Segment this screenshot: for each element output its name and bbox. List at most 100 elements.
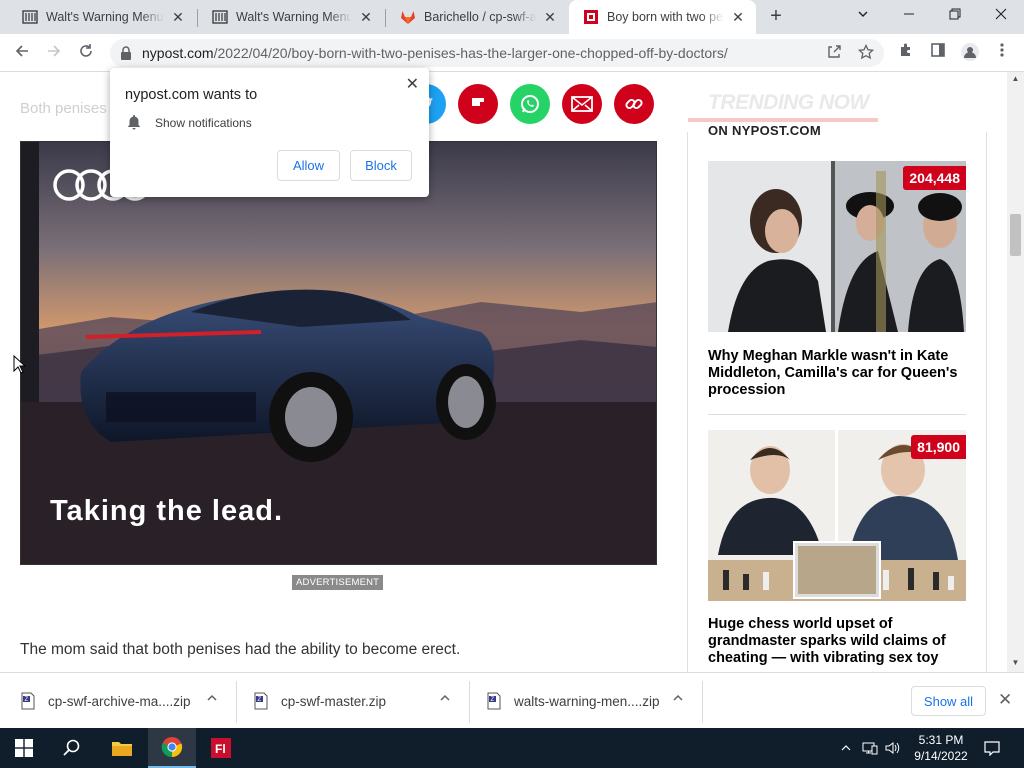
restore-button[interactable] xyxy=(943,4,967,26)
download-item[interactable]: Z walts-warning-men....zip xyxy=(486,673,660,729)
chrome-taskbar-button[interactable] xyxy=(148,728,196,768)
tab-close-icon[interactable]: ✕ xyxy=(358,9,374,25)
back-button[interactable] xyxy=(11,42,33,64)
block-button[interactable]: Block xyxy=(350,150,412,181)
download-options-chevron-icon[interactable] xyxy=(204,692,220,707)
profile-avatar-icon[interactable] xyxy=(959,42,981,64)
tab-title: Walt's Warning Menu Script xyxy=(236,10,352,24)
tab-search-chevron-icon[interactable] xyxy=(851,4,875,26)
share-icon[interactable] xyxy=(825,44,843,62)
bookmark-star-icon[interactable] xyxy=(857,43,875,62)
download-filename: cp-swf-master.zip xyxy=(281,693,387,709)
tab-title: Boy born with two penises xyxy=(607,10,724,24)
whatsapp-share-icon[interactable] xyxy=(510,84,550,124)
gitlab-icon xyxy=(400,9,416,25)
tab-close-icon[interactable]: ✕ xyxy=(542,9,558,25)
tab-title: Barichello / cp-swf-archive xyxy=(424,10,536,24)
scroll-up-arrow-icon[interactable]: ▲ xyxy=(1011,74,1020,83)
trending-underline xyxy=(688,118,878,122)
kebab-menu-icon[interactable] xyxy=(991,42,1013,64)
clock-date: 9/14/2022 xyxy=(914,749,968,763)
notification-permission-prompt: nypost.com wants to ✕ Show notifications… xyxy=(110,68,429,197)
permission-description: Show notifications xyxy=(155,116,252,130)
archive-icon xyxy=(22,9,38,25)
windows-taskbar: Fl 5:31 PM 9/14/2022 xyxy=(0,728,1024,768)
download-filename: cp-swf-archive-ma....zip xyxy=(48,693,191,709)
archive-icon xyxy=(212,9,228,25)
tab-gitlab[interactable]: Barichello / cp-swf-archive ✕ xyxy=(386,0,568,34)
audi-advertisement[interactable]: Taking the lead. xyxy=(20,141,657,565)
zip-file-icon: Z xyxy=(21,692,35,710)
search-button[interactable] xyxy=(48,728,96,768)
download-options-chevron-icon[interactable] xyxy=(670,692,686,707)
windows-logo-icon xyxy=(15,739,33,757)
flipboard-share-icon[interactable] xyxy=(458,84,498,124)
download-separator xyxy=(702,681,703,723)
download-separator xyxy=(469,681,470,723)
lock-icon[interactable] xyxy=(120,46,132,65)
svg-text:Z: Z xyxy=(25,697,29,703)
download-item[interactable]: Z cp-swf-master.zip xyxy=(253,673,386,729)
show-all-downloads-button[interactable]: Show all xyxy=(911,686,986,716)
new-tab-button[interactable]: + xyxy=(766,6,786,27)
download-shelf: Z cp-swf-archive-ma....zip Z cp-swf-mast… xyxy=(0,672,1024,728)
svg-text:Z: Z xyxy=(258,697,262,703)
prompt-title: nypost.com wants to xyxy=(125,87,258,103)
email-share-icon[interactable] xyxy=(562,84,602,124)
bell-icon xyxy=(127,114,141,135)
tab-walts-warning-2[interactable]: Walt's Warning Menu Script ✕ xyxy=(198,0,384,34)
mouse-cursor-icon xyxy=(13,355,25,374)
tab-nypost-active[interactable]: Boy born with two penises ✕ xyxy=(569,0,756,34)
trending-count-badge: 204,448 xyxy=(903,166,966,190)
search-icon xyxy=(63,739,80,756)
copy-link-share-icon[interactable] xyxy=(614,84,654,124)
browser-toolbar: nypost.com/2022/04/20/boy-born-with-two-… xyxy=(0,34,1024,72)
flash-icon: Fl xyxy=(211,738,231,758)
trending-story-1-image[interactable]: 204,448 xyxy=(708,161,966,332)
url-domain: nypost.com xyxy=(142,45,214,61)
page-scrollbar[interactable]: ▲ ▼ xyxy=(1007,72,1024,672)
download-options-chevron-icon[interactable] xyxy=(437,692,453,707)
chrome-icon xyxy=(161,737,183,758)
scroll-down-arrow-icon[interactable]: ▼ xyxy=(1011,658,1020,667)
clock-time: 5:31 PM xyxy=(918,733,964,747)
tab-walts-warning-1[interactable]: Walt's Warning Menu Script ✕ xyxy=(8,0,196,34)
trending-story-2-title[interactable]: Huge chess world upset of grandmaster sp… xyxy=(708,616,966,667)
zip-file-icon: Z xyxy=(487,692,501,710)
file-explorer-button[interactable] xyxy=(98,728,146,768)
notification-center-icon[interactable] xyxy=(980,728,1004,768)
trending-story-2-image[interactable]: 81,900 xyxy=(708,430,966,601)
nypost-icon xyxy=(583,9,599,25)
scrollbar-thumb[interactable] xyxy=(1010,214,1021,256)
show-hidden-icons-chevron-icon[interactable] xyxy=(838,728,854,768)
url-path: /2022/04/20/boy-born-with-two-penises-ha… xyxy=(213,45,728,61)
volume-icon[interactable] xyxy=(882,728,902,768)
prompt-close-icon[interactable]: ✕ xyxy=(406,74,419,94)
tab-strip: Walt's Warning Menu Script ✕ Walt's Warn… xyxy=(0,0,1024,34)
network-icon[interactable] xyxy=(860,728,880,768)
extensions-puzzle-icon[interactable] xyxy=(895,42,917,64)
flash-app-button[interactable]: Fl xyxy=(197,728,245,768)
trending-count-badge: 81,900 xyxy=(911,435,966,459)
close-window-button[interactable] xyxy=(989,4,1013,26)
svg-text:Fl: Fl xyxy=(215,742,226,756)
article-faded-text: Both penises xyxy=(20,100,107,117)
download-separator xyxy=(236,681,237,723)
story-divider xyxy=(708,414,966,415)
trending-story-1-title[interactable]: Why Meghan Markle wasn't in Kate Middlet… xyxy=(708,348,966,399)
folder-icon xyxy=(112,742,132,756)
start-button[interactable] xyxy=(0,728,48,768)
allow-button[interactable]: Allow xyxy=(277,150,340,181)
reload-button[interactable] xyxy=(75,42,97,64)
tab-close-icon[interactable]: ✕ xyxy=(730,9,746,25)
address-bar[interactable]: nypost.com/2022/04/20/boy-born-with-two-… xyxy=(110,39,884,67)
forward-button[interactable] xyxy=(43,42,65,64)
download-item[interactable]: Z cp-swf-archive-ma....zip xyxy=(20,673,191,729)
trending-heading: TRENDING NOW xyxy=(708,91,869,114)
minimize-button[interactable] xyxy=(897,4,921,26)
close-download-shelf-icon[interactable]: ✕ xyxy=(998,690,1012,710)
svg-text:Z: Z xyxy=(491,697,495,703)
side-panel-icon[interactable] xyxy=(927,42,949,64)
taskbar-clock[interactable]: 5:31 PM 9/14/2022 xyxy=(905,732,977,764)
tab-close-icon[interactable]: ✕ xyxy=(170,9,186,25)
